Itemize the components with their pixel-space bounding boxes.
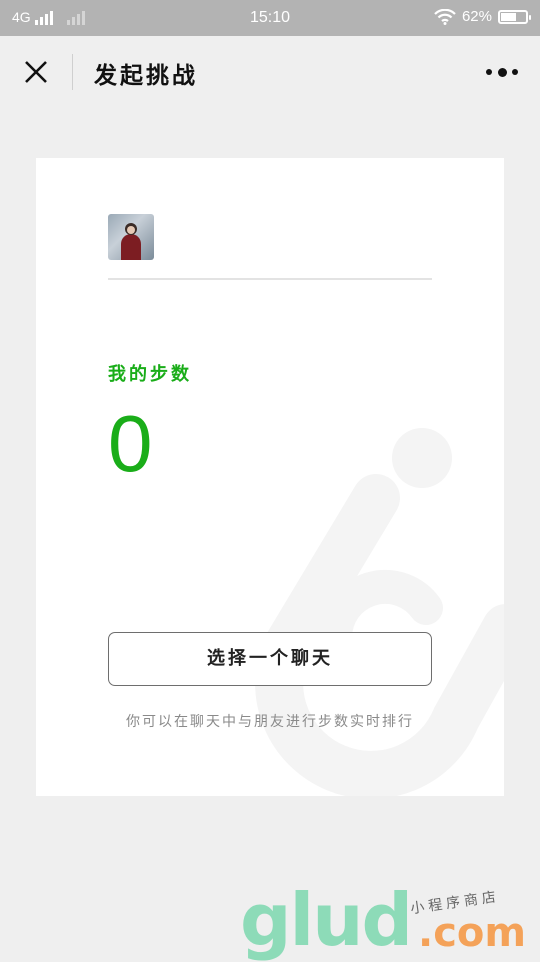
more-dot-icon (486, 69, 492, 75)
site-logo-watermark: glud 小程序商店 .com (240, 880, 540, 960)
more-button[interactable] (486, 62, 518, 82)
avatar (108, 214, 154, 260)
card-divider (108, 278, 432, 280)
more-dot-icon (512, 69, 518, 75)
choose-chat-button[interactable]: 选择一个聊天 (108, 632, 432, 686)
close-button[interactable] (18, 54, 54, 90)
logo-com-text: .com (418, 910, 527, 956)
status-bar: 4G 15:10 62% (0, 0, 540, 36)
status-right: 62% (434, 8, 531, 25)
page-title: 发起挑战 (94, 62, 198, 89)
nav-bar: 发起挑战 (0, 36, 540, 108)
werun-watermark-icon (255, 428, 504, 796)
battery-icon (498, 9, 531, 24)
steps-label: 我的步数 (108, 364, 192, 385)
battery-fill (501, 12, 516, 21)
steps-value: 0 (108, 399, 153, 488)
close-icon (25, 61, 47, 83)
more-dot-icon (497, 67, 507, 77)
challenge-card: 我的步数 0 选择一个聊天 你可以在聊天中与朋友进行步数实时排行 (36, 158, 504, 796)
hint-text: 你可以在聊天中与朋友进行步数实时排行 (126, 714, 414, 730)
nav-divider (72, 54, 73, 90)
wifi-icon (434, 8, 456, 25)
battery-percent: 62% (461, 8, 492, 25)
logo-main-text: glud (240, 878, 413, 962)
